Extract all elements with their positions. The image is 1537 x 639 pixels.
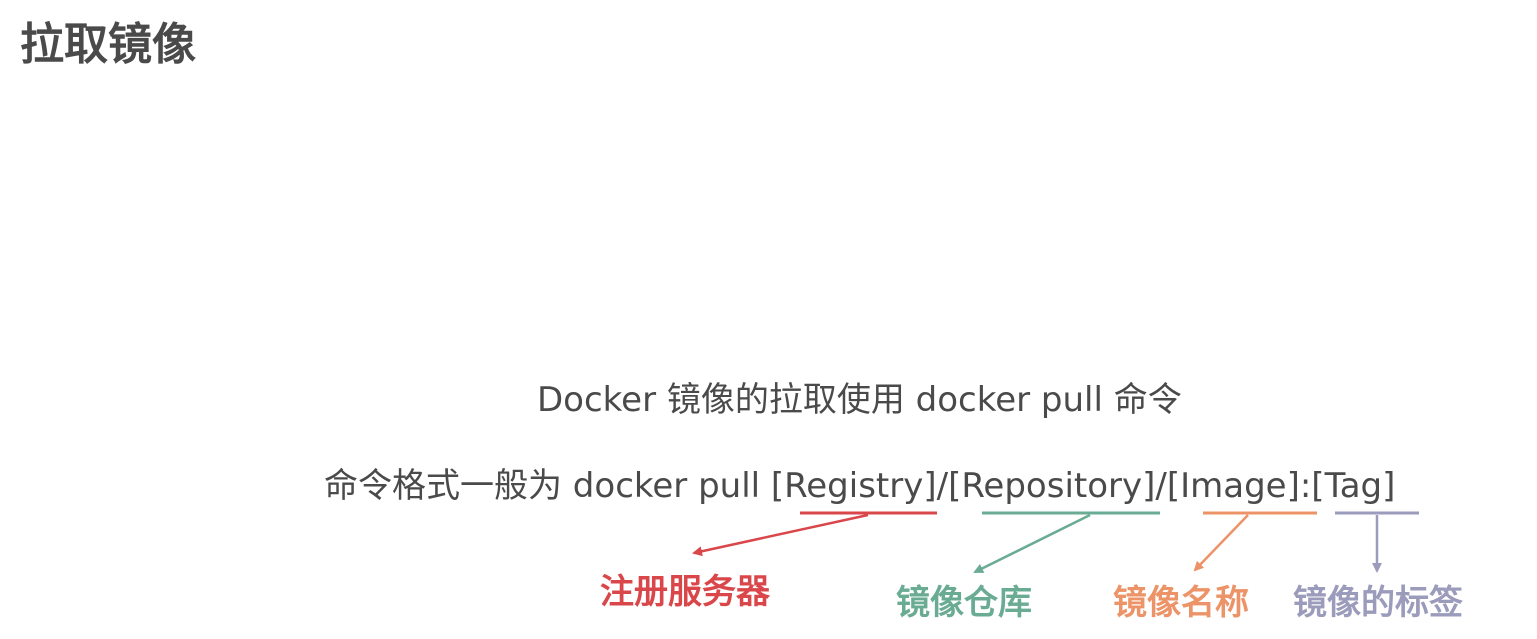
registry-label: 注册服务器 (600, 572, 770, 612)
image-arrow (1193, 514, 1249, 572)
repository-label: 镜像仓库 (896, 583, 1032, 623)
registry-arrow (692, 513, 869, 557)
image-label: 镜像名称 (1113, 583, 1249, 623)
annotation-connectors (692, 511, 1419, 574)
tag-label: 镜像的标签 (1293, 583, 1463, 623)
repository-arrow (973, 513, 1091, 574)
